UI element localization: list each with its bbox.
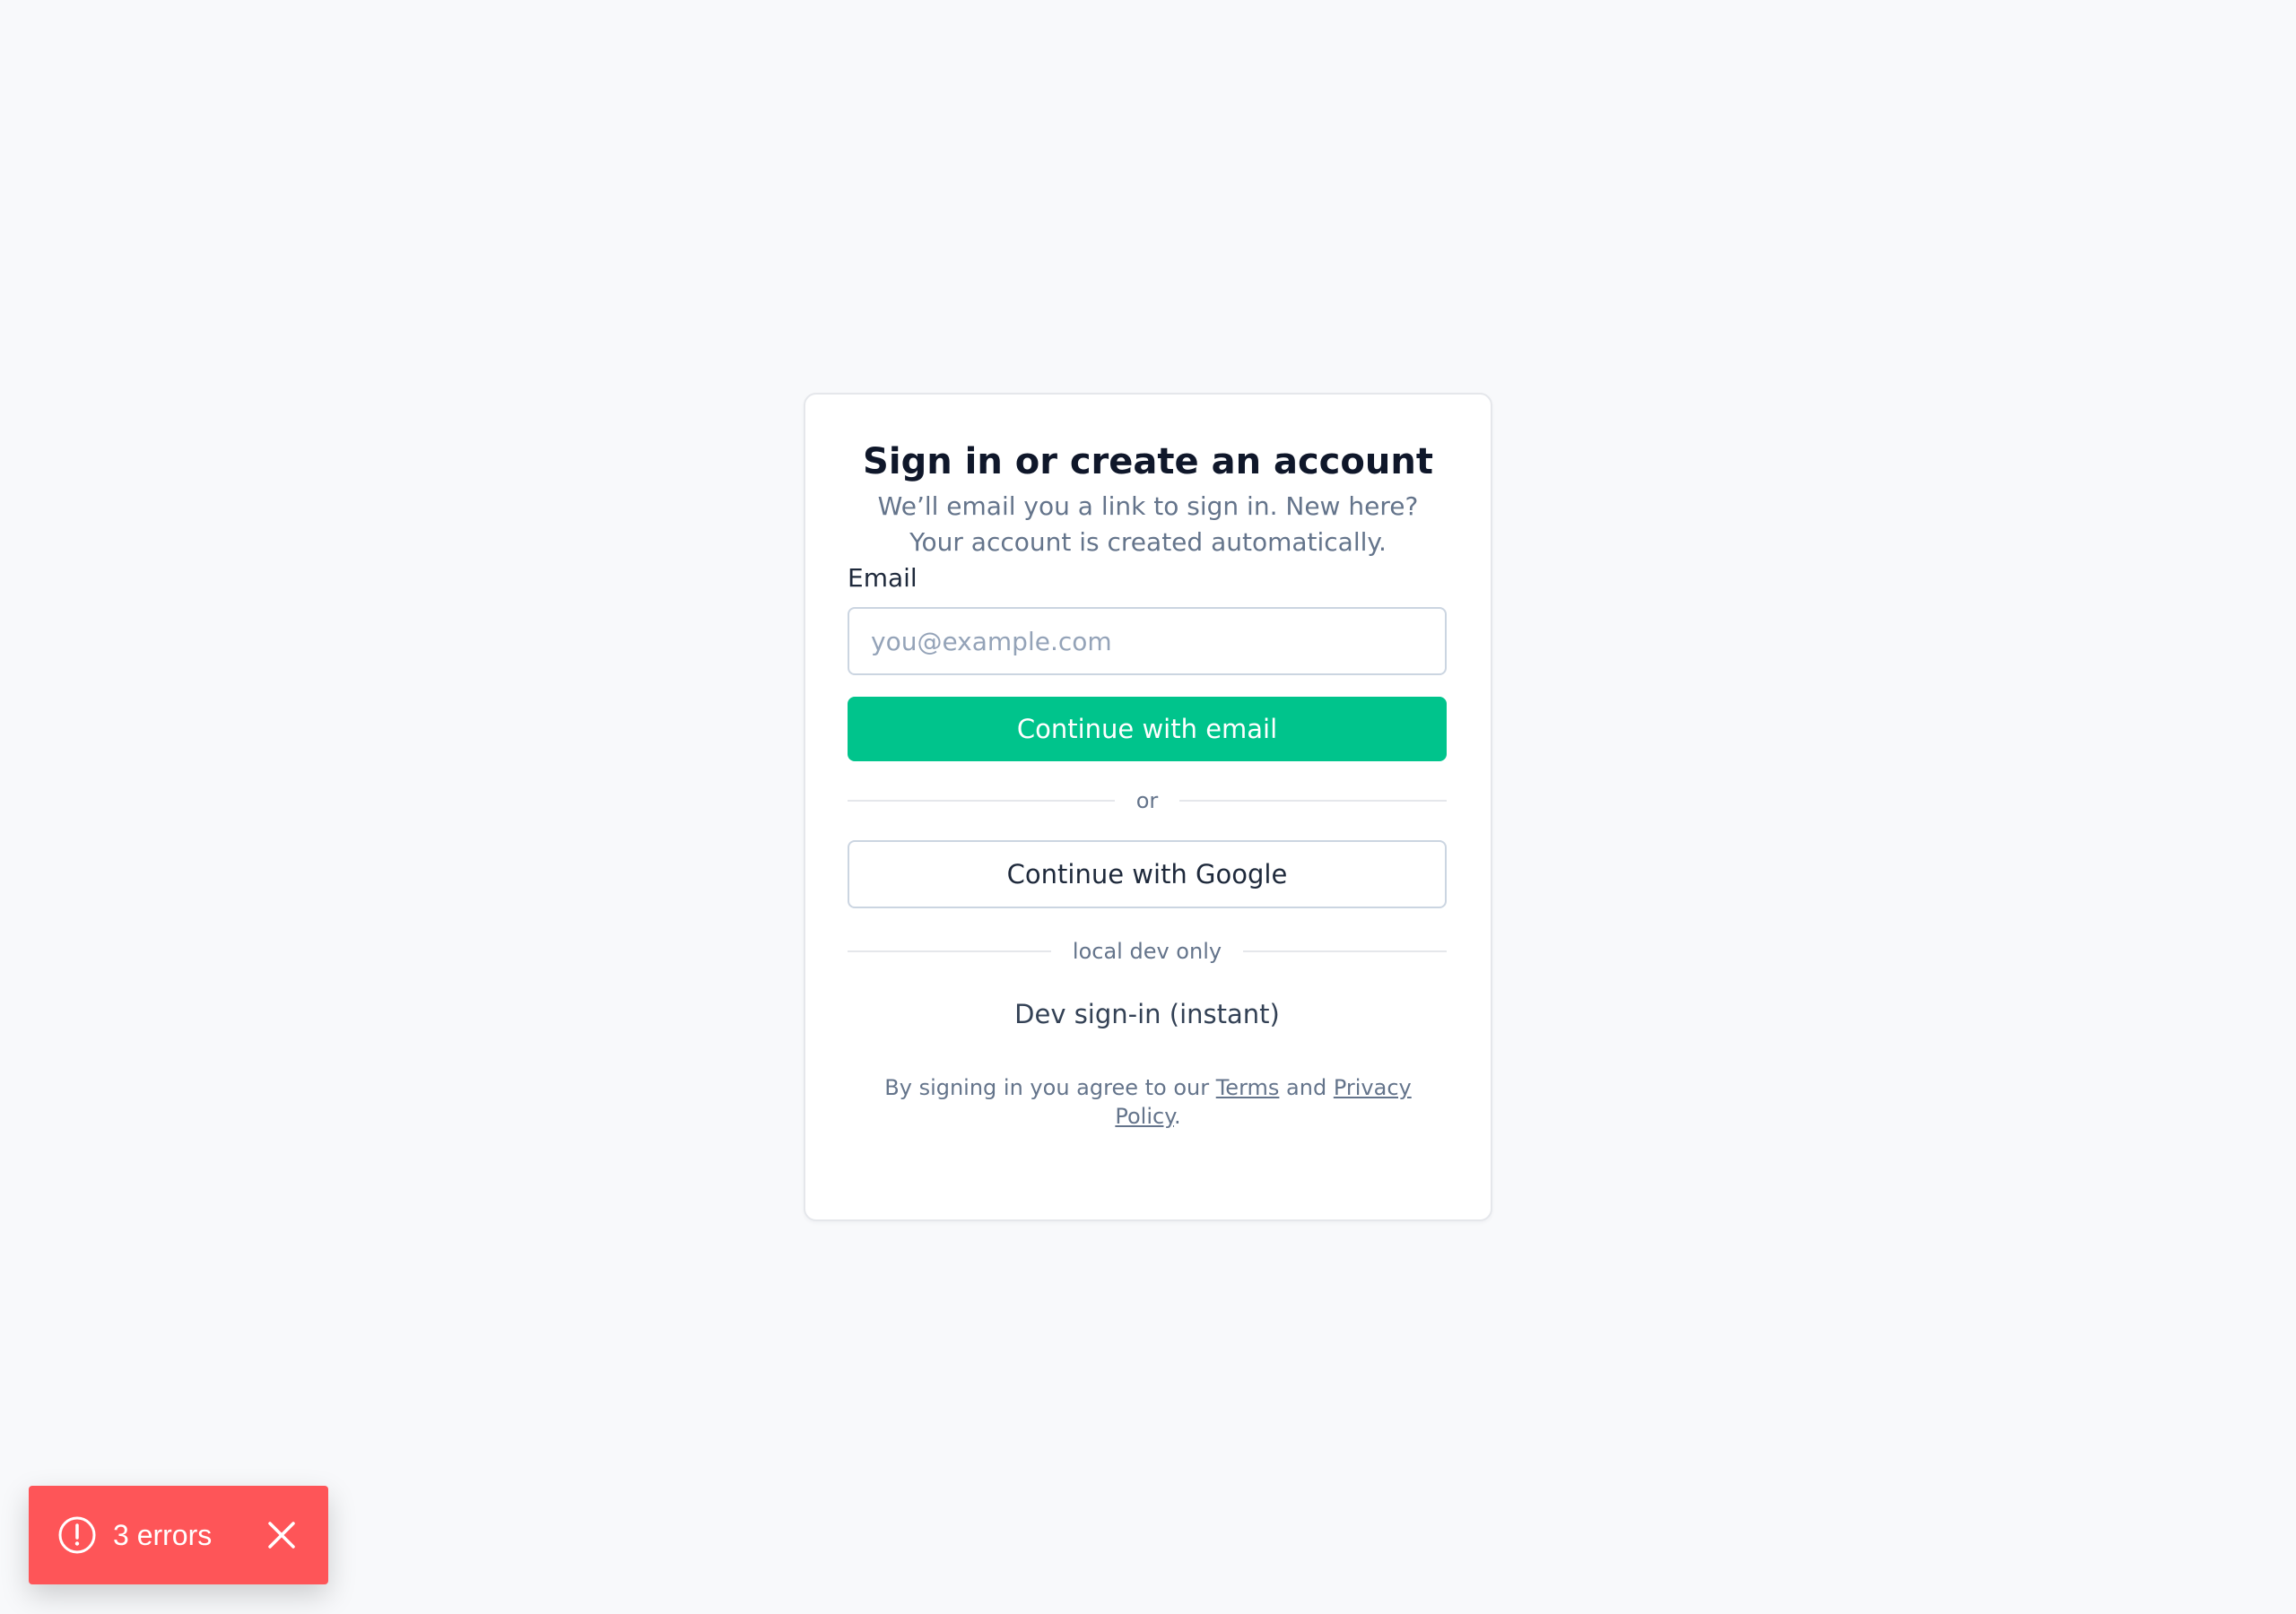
divider-line bbox=[848, 800, 1115, 802]
continue-with-email-button[interactable]: Continue with email bbox=[848, 697, 1447, 761]
sign-in-card: Sign in or create an account We’ll email… bbox=[804, 393, 1492, 1221]
or-divider-label: or bbox=[1135, 788, 1159, 813]
dev-divider-label: local dev only bbox=[1072, 939, 1222, 964]
divider-line bbox=[1179, 800, 1447, 802]
legal-and: and bbox=[1279, 1075, 1334, 1100]
terms-link[interactable]: Terms bbox=[1216, 1075, 1280, 1100]
email-label: Email bbox=[848, 563, 918, 593]
dev-divider: local dev only bbox=[848, 933, 1447, 969]
divider-line bbox=[1243, 950, 1447, 952]
page: Sign in or create an account We’ll email… bbox=[0, 0, 2296, 1614]
continue-with-google-button[interactable]: Continue with Google bbox=[848, 840, 1447, 908]
error-toast[interactable]: 3 errors bbox=[29, 1486, 328, 1584]
email-input[interactable] bbox=[848, 607, 1447, 675]
alert-circle-icon bbox=[57, 1515, 97, 1555]
legal-notice: By signing in you agree to our Terms and… bbox=[865, 1073, 1431, 1131]
legal-prefix: By signing in you agree to our bbox=[884, 1075, 1216, 1100]
divider-line bbox=[848, 950, 1051, 952]
error-count-label: 3 errors bbox=[113, 1518, 213, 1551]
page-subtitle: We’ll email you a link to sign in. New h… bbox=[877, 491, 1419, 557]
dev-sign-in-button[interactable]: Dev sign-in (instant) bbox=[848, 982, 1447, 1046]
page-title: Sign in or create an account bbox=[863, 441, 1433, 482]
or-divider: or bbox=[848, 783, 1447, 819]
close-icon[interactable] bbox=[267, 1521, 296, 1549]
legal-suffix: . bbox=[1173, 1104, 1181, 1129]
